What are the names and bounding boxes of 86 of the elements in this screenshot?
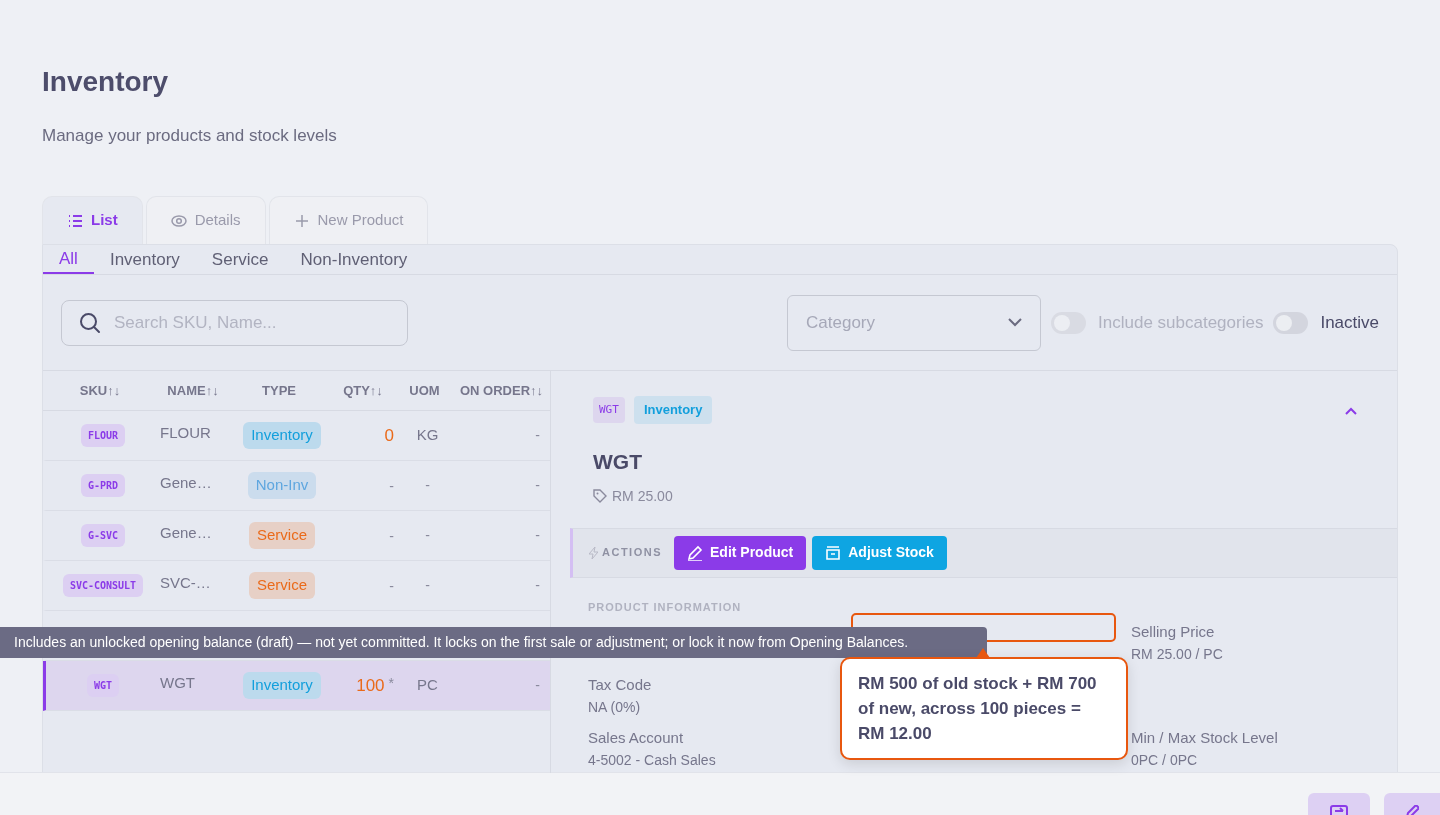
actions-label: ACTIONS xyxy=(602,545,662,561)
column-header[interactable]: TYPE xyxy=(229,380,329,401)
table-row[interactable]: FLOUR FLOUR Inventory 0 KG - xyxy=(43,411,550,461)
table-cell: - xyxy=(425,477,430,494)
table-cell-text: FLOUR xyxy=(160,423,212,443)
filter-tab[interactable]: Non-Inventory xyxy=(284,245,424,274)
table-row[interactable]: SVC-CONSULT SVC-… Service - - - xyxy=(43,561,550,611)
field-label: Selling Price xyxy=(1131,622,1216,642)
footer-button[interactable] xyxy=(1384,793,1440,815)
table-cell: PC xyxy=(417,676,438,694)
table-cell: - xyxy=(535,577,540,593)
toggle-switch[interactable] xyxy=(1273,311,1309,334)
popover-arrow xyxy=(976,647,990,658)
sku-tag: WGT xyxy=(86,674,120,697)
table-cell: * xyxy=(388,674,394,691)
column-header[interactable]: UOM xyxy=(397,380,452,401)
field-label: Min / Max Stock Level xyxy=(1131,728,1279,748)
table-cell: - xyxy=(425,527,430,544)
column-header[interactable]: SKU↑↓ xyxy=(43,380,157,401)
tag-icon xyxy=(593,489,607,503)
table-cell: - xyxy=(535,677,540,693)
type-tag: Inventory xyxy=(243,672,321,699)
type-tag: Service xyxy=(249,572,315,599)
view-tab[interactable]: Details xyxy=(145,196,266,244)
field-value: RM 25.00 / PC xyxy=(1131,645,1224,664)
category-dropdown[interactable]: Category xyxy=(787,294,1041,351)
adjust-stock-button[interactable]: Adjust Stock xyxy=(812,535,947,570)
column-header[interactable]: ON ORDER↑↓ xyxy=(452,380,551,401)
table-cell: - xyxy=(535,477,540,493)
type-tag: Non-Inv xyxy=(247,472,317,499)
filter-tab[interactable]: All xyxy=(43,245,94,274)
table-cell: KG xyxy=(416,426,439,444)
table-row[interactable]: G-PRD Gene… Non-Inv - - - xyxy=(43,461,550,511)
table-cell: - xyxy=(535,427,540,443)
sku-tag: FLOUR xyxy=(80,424,126,447)
plus-icon xyxy=(293,212,310,229)
table-row[interactable]: G-SVC Gene… Service - - - xyxy=(43,511,550,561)
column-header[interactable]: NAME↑↓ xyxy=(157,380,229,401)
column-header[interactable]: QTY↑↓ xyxy=(329,380,397,401)
sku-tag: SVC-CONSULT xyxy=(62,574,144,597)
product-name: WGT xyxy=(593,448,643,475)
table-cell: - xyxy=(389,577,394,594)
table-cell: 0 xyxy=(384,425,394,445)
table-cell-text: Gene… xyxy=(160,523,213,543)
field-label: Sales Account xyxy=(588,728,685,748)
table-cell: 100 xyxy=(356,675,385,695)
collapse-icon[interactable] xyxy=(1345,406,1357,415)
list-icon xyxy=(67,212,83,229)
sku-tag: G-PRD xyxy=(80,474,126,497)
field-value: 0PC / 0PC xyxy=(1131,751,1199,770)
toggle-label: Inactive xyxy=(1320,311,1379,334)
type-tag: Service xyxy=(249,522,315,549)
search-icon xyxy=(79,311,101,334)
table-cell: - xyxy=(389,527,394,544)
table-cell-text: SVC-… xyxy=(160,573,212,593)
table-cell: - xyxy=(389,477,394,494)
popover-text: RM 500 of old stock + RM 700 of new, across 100 pieces = RM 12.00 xyxy=(840,657,1128,760)
lightning-icon xyxy=(589,546,598,559)
table-cell: - xyxy=(535,527,540,543)
chevron-down-icon xyxy=(1008,318,1022,327)
type-tag: Inventory xyxy=(633,396,713,424)
table-cell: - xyxy=(425,577,430,594)
edit-product-button[interactable]: Edit Product xyxy=(674,535,807,570)
view-tab[interactable]: List xyxy=(42,196,143,244)
view-tab[interactable]: New Product xyxy=(268,196,429,244)
pencil-icon xyxy=(1405,805,1419,815)
field-label: Tax Code xyxy=(588,675,653,695)
field-value: NA (0%) xyxy=(588,698,642,717)
type-tag: Inventory xyxy=(243,422,321,449)
filter-tab[interactable]: Inventory xyxy=(93,245,196,274)
table-cell-text: WGT xyxy=(160,673,196,693)
sku-tag: G-SVC xyxy=(80,524,126,547)
product-price: RM 25.00 xyxy=(612,486,673,506)
table-row[interactable]: WGT WGT Inventory 100 * PC - xyxy=(43,661,550,711)
archive-icon xyxy=(825,544,842,561)
page-title: Inventory xyxy=(42,65,170,99)
filter-tab[interactable]: Service xyxy=(195,245,285,274)
pencil-icon xyxy=(687,544,703,561)
eye-icon xyxy=(170,212,187,229)
sku-tag: WGT xyxy=(593,396,625,423)
table-cell-text: Gene… xyxy=(160,473,213,493)
page-subtitle: Manage your products and stock levels xyxy=(42,125,338,147)
tooltip: Includes an unlocked opening balance (draft) — not yet committed. It locks on the first sale or adjustment; or lock it now from Opening Balances. xyxy=(0,627,987,658)
field-value: 4-5002 - Cash Sales xyxy=(588,751,717,770)
footer-button[interactable] xyxy=(1308,793,1370,815)
transfer-icon xyxy=(1330,805,1348,815)
